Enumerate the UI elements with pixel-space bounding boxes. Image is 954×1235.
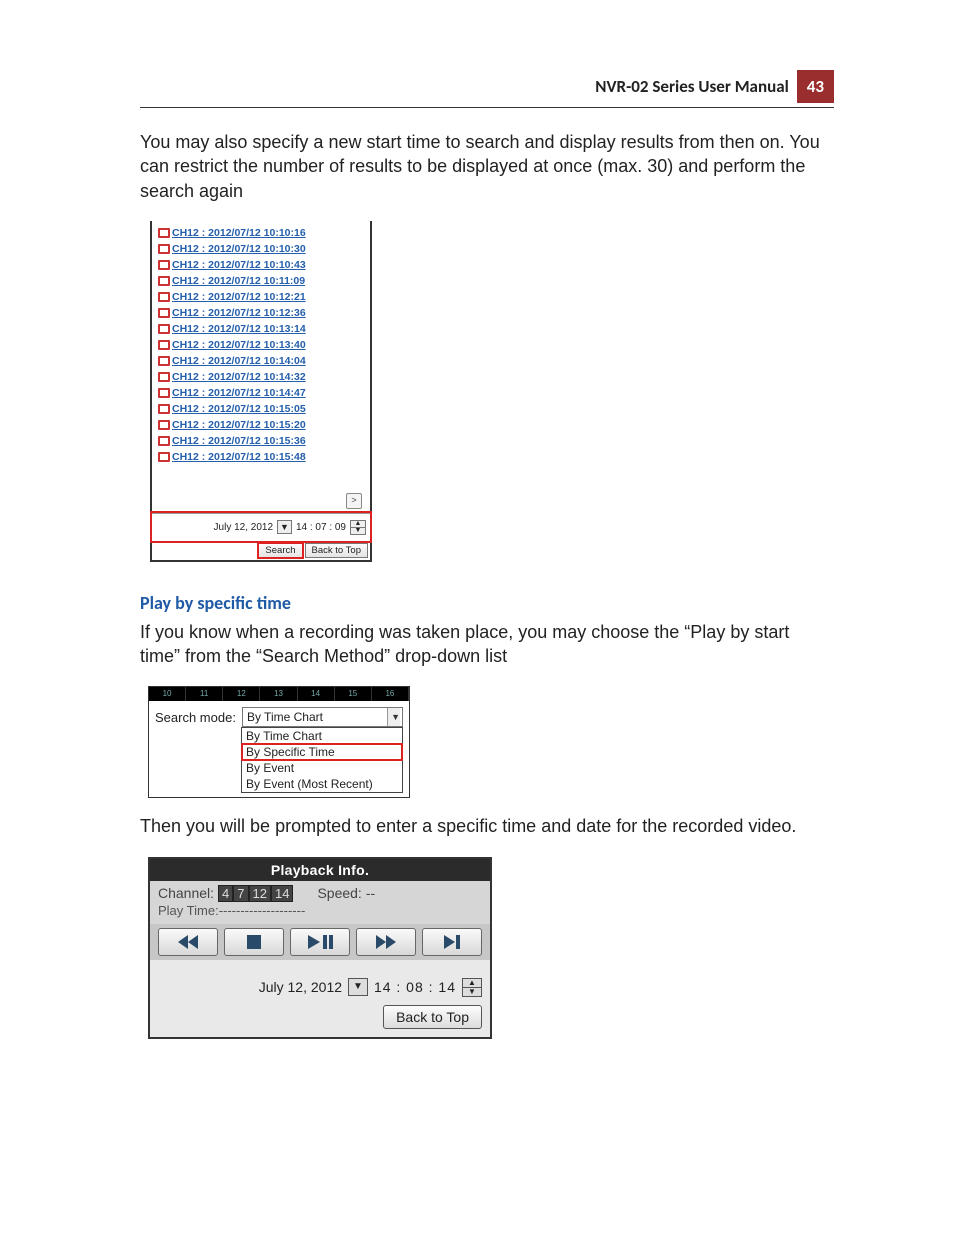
video-clip-icon xyxy=(158,340,170,350)
result-link[interactable]: CH12 : 2012/07/12 10:11:09 xyxy=(158,273,364,289)
playback-info-title: Playback Info. xyxy=(150,859,490,881)
video-clip-icon xyxy=(158,452,170,462)
manual-title: NVR-02 Series User Manual xyxy=(587,70,796,103)
rewind-icon xyxy=(178,935,198,949)
manual-page: NVR-02 Series User Manual 43 You may als… xyxy=(0,0,954,1235)
video-clip-icon xyxy=(158,260,170,270)
stop-button[interactable] xyxy=(224,928,284,956)
video-clip-icon xyxy=(158,228,170,238)
playback-info-panel: Playback Info. Channel: 471214 Speed: --… xyxy=(148,857,492,1039)
result-link[interactable]: CH12 : 2012/07/12 10:10:16 xyxy=(158,225,364,241)
result-link[interactable]: CH12 : 2012/07/12 10:10:43 xyxy=(158,257,364,273)
video-clip-icon xyxy=(158,276,170,286)
timeline-tab[interactable]: 13 xyxy=(260,687,297,701)
search-button[interactable]: Search xyxy=(258,543,302,558)
spinner-down-icon[interactable]: ▼ xyxy=(463,987,481,996)
fast-forward-button[interactable] xyxy=(356,928,416,956)
playback-time-value: 14 : 08 : 14 xyxy=(374,979,456,995)
result-link[interactable]: CH12 : 2012/07/12 10:14:47 xyxy=(158,385,364,401)
channel-badge[interactable]: 12 xyxy=(249,885,271,902)
search-time-row: July 12, 2012 ▼ 14 : 07 : 09 ▲▼ xyxy=(152,513,370,541)
result-link[interactable]: CH12 : 2012/07/12 10:12:21 xyxy=(158,289,364,305)
search-mode-select[interactable]: By Time Chart xyxy=(242,707,403,727)
stop-icon xyxy=(247,935,261,949)
next-page-button[interactable]: > xyxy=(346,493,362,509)
para-play-specific: If you know when a recording was taken p… xyxy=(140,620,834,669)
playback-date-value: July 12, 2012 xyxy=(259,979,342,995)
section-heading-play-specific: Play by specific time xyxy=(140,592,834,614)
play-pause-button[interactable] xyxy=(290,928,350,956)
spinner-up-icon[interactable]: ▲ xyxy=(463,979,481,987)
page-number: 43 xyxy=(797,70,834,103)
date-picker-toggle[interactable]: ▼ xyxy=(277,520,292,534)
channel-badge[interactable]: 7 xyxy=(233,885,248,902)
video-clip-icon xyxy=(158,292,170,302)
result-link[interactable]: CH12 : 2012/07/12 10:15:20 xyxy=(158,417,364,433)
para-prompt: Then you will be prompted to enter a spe… xyxy=(140,814,834,838)
page-header: NVR-02 Series User Manual 43 xyxy=(140,70,834,108)
video-clip-icon xyxy=(158,388,170,398)
channel-badge[interactable]: 4 xyxy=(218,885,233,902)
timeline-tabs: 10111213141516 xyxy=(149,687,409,701)
speed-label: Speed: xyxy=(317,885,361,901)
video-clip-icon xyxy=(158,420,170,430)
playback-date-picker-toggle[interactable]: ▼ xyxy=(348,978,368,996)
skip-end-button[interactable] xyxy=(422,928,482,956)
result-link[interactable]: CH12 : 2012/07/12 10:15:48 xyxy=(158,449,364,465)
video-clip-icon xyxy=(158,436,170,446)
video-clip-icon xyxy=(158,404,170,414)
playback-back-to-top-button[interactable]: Back to Top xyxy=(383,1005,482,1029)
video-clip-icon xyxy=(158,356,170,366)
playback-controls xyxy=(150,924,490,960)
search-mode-options: By Time ChartBy Specific TimeBy EventBy … xyxy=(241,727,403,793)
playback-datetime-row: July 12, 2012 ▼ 14 : 08 : 14 ▲▼ xyxy=(150,960,490,997)
timeline-tab[interactable]: 12 xyxy=(223,687,260,701)
speed-value: -- xyxy=(366,885,375,901)
search-mode-panel: 10111213141516 Search mode: By Time Char… xyxy=(148,686,410,798)
timeline-tab[interactable]: 10 xyxy=(149,687,186,701)
play-time-label: Play Time: xyxy=(158,903,219,918)
search-date-value: July 12, 2012 xyxy=(214,522,274,533)
search-mode-label: Search mode: xyxy=(155,710,236,725)
time-spinner[interactable]: ▲▼ xyxy=(350,520,366,535)
results-list: CH12 : 2012/07/12 10:10:16CH12 : 2012/07… xyxy=(152,221,370,493)
pause-icon xyxy=(323,935,333,949)
timeline-tab[interactable]: 15 xyxy=(335,687,372,701)
video-clip-icon xyxy=(158,324,170,334)
result-link[interactable]: CH12 : 2012/07/12 10:13:14 xyxy=(158,321,364,337)
channel-badge[interactable]: 14 xyxy=(271,885,293,902)
result-link[interactable]: CH12 : 2012/07/12 10:14:04 xyxy=(158,353,364,369)
result-link[interactable]: CH12 : 2012/07/12 10:12:36 xyxy=(158,305,364,321)
timeline-tab[interactable]: 11 xyxy=(186,687,223,701)
rewind-button[interactable] xyxy=(158,928,218,956)
result-link[interactable]: CH12 : 2012/07/12 10:13:40 xyxy=(158,337,364,353)
play-time-value: -------------------- xyxy=(219,903,306,918)
fast-forward-icon xyxy=(376,935,396,949)
play-icon xyxy=(308,935,320,949)
result-link[interactable]: CH12 : 2012/07/12 10:10:30 xyxy=(158,241,364,257)
search-mode-option[interactable]: By Specific Time xyxy=(242,744,402,760)
search-button-row: Search Back to Top xyxy=(152,541,370,560)
timeline-tab[interactable]: 14 xyxy=(298,687,335,701)
search-time-value: 14 : 07 : 09 xyxy=(296,522,346,533)
result-link[interactable]: CH12 : 2012/07/12 10:14:32 xyxy=(158,369,364,385)
intro-paragraph: You may also specify a new start time to… xyxy=(140,130,834,203)
spinner-down-icon[interactable]: ▼ xyxy=(351,527,365,534)
playback-time-spinner[interactable]: ▲▼ xyxy=(462,978,482,997)
skip-end-icon xyxy=(444,935,460,949)
search-mode-option[interactable]: By Event (Most Recent) xyxy=(242,776,402,792)
video-clip-icon xyxy=(158,244,170,254)
result-link[interactable]: CH12 : 2012/07/12 10:15:36 xyxy=(158,433,364,449)
search-mode-option[interactable]: By Event xyxy=(242,760,402,776)
search-results-panel: CH12 : 2012/07/12 10:10:16CH12 : 2012/07… xyxy=(150,221,372,562)
channel-label: Channel: xyxy=(158,885,214,901)
result-link[interactable]: CH12 : 2012/07/12 10:15:05 xyxy=(158,401,364,417)
video-clip-icon xyxy=(158,372,170,382)
back-to-top-button[interactable]: Back to Top xyxy=(305,543,368,558)
search-mode-option[interactable]: By Time Chart xyxy=(242,728,402,744)
video-clip-icon xyxy=(158,308,170,318)
timeline-tab[interactable]: 16 xyxy=(372,687,409,701)
